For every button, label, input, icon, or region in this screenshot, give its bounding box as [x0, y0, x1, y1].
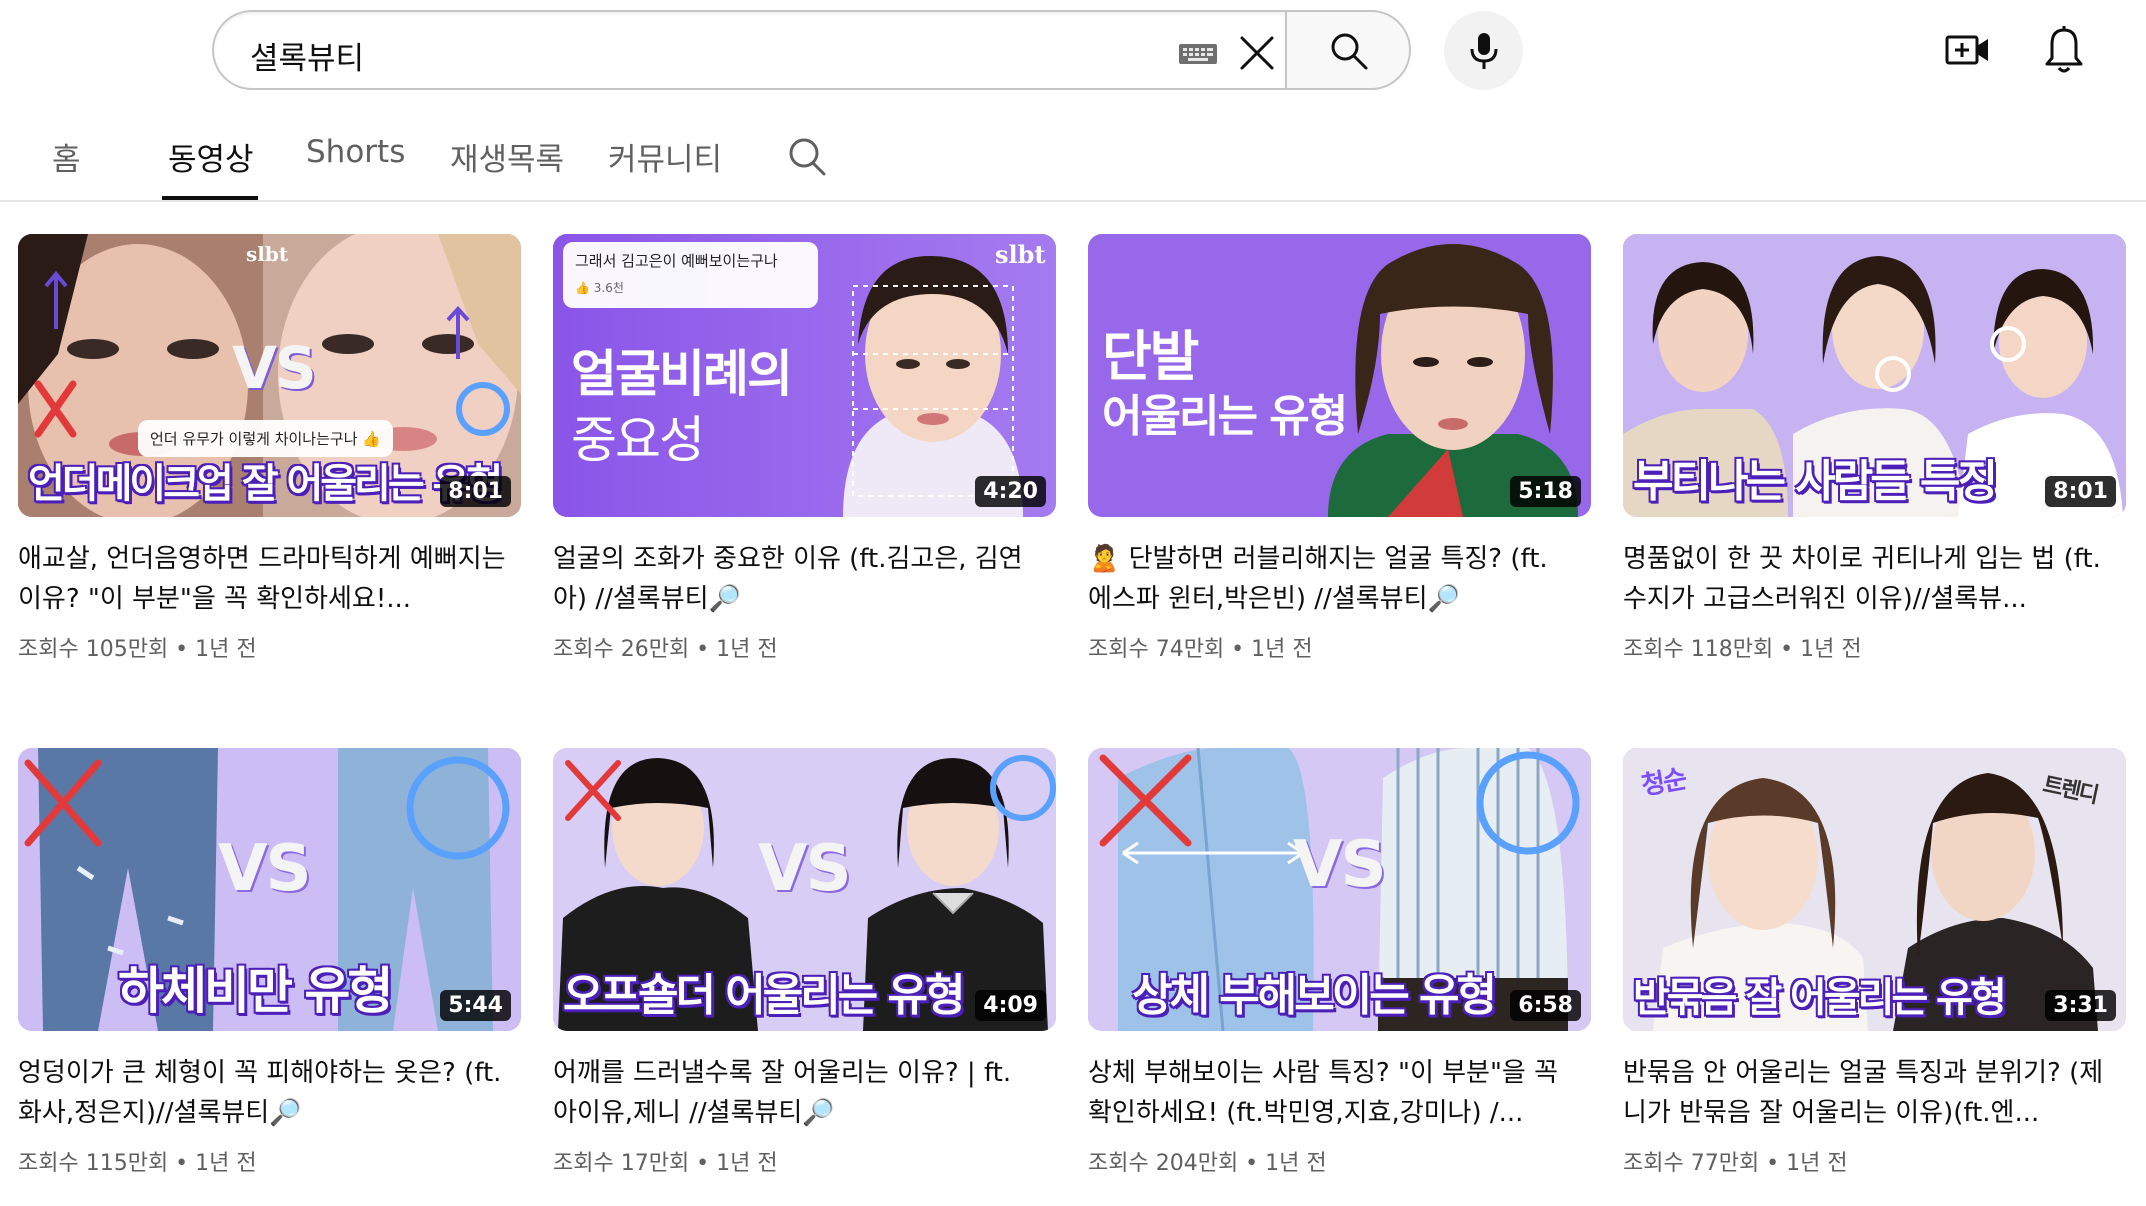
video-duration: 5:44	[440, 990, 511, 1021]
thumbnail-vs-text: VS	[218, 832, 312, 906]
video-duration: 6:58	[1510, 990, 1581, 1021]
tab-community[interactable]: 커뮤니티	[608, 134, 722, 194]
keyboard-icon[interactable]	[1178, 42, 1218, 66]
video-thumbnail[interactable]: 부티나는 사람들 특징 8:01	[1623, 234, 2126, 517]
thumbnail-tag-1: 청순	[1639, 764, 1688, 802]
tab-shorts[interactable]: Shorts	[306, 134, 405, 194]
comment-likes: 👍 3.6천	[575, 281, 624, 295]
thumbnail-brand-logo: slbt	[246, 242, 289, 266]
video-duration: 8:01	[2045, 476, 2116, 507]
video-duration: 4:20	[975, 476, 1046, 507]
notifications-bell-icon[interactable]	[2040, 24, 2088, 76]
video-meta: 조회수 74만회 • 1년 전	[1088, 637, 1313, 662]
create-video-icon[interactable]	[1944, 26, 1992, 74]
thumbnail-vs-text: VS	[232, 334, 317, 402]
tab-home[interactable]: 홈	[52, 134, 81, 194]
tab-videos[interactable]: 동영상	[168, 134, 254, 194]
search-input[interactable]: 셜록뷰티	[212, 10, 1285, 90]
thumbnail-comment-bubble: 그래서 김고은이 예뻐보이는구나 👍 3.6천	[563, 242, 818, 308]
video-meta: 조회수 118만회 • 1년 전	[1623, 637, 1862, 662]
thumbnail-banner-text: 하체비만 유형	[118, 962, 393, 1020]
video-thumbnail[interactable]: 청순 트렌디 반묶음 잘 어울리는 유형 3:31	[1623, 748, 2126, 1031]
video-duration: 8:01	[440, 476, 511, 507]
video-title[interactable]: 🙎 단발하면 러블리해지는 얼굴 특징? (ft. 에스파 윈터,박은빈) //…	[1088, 539, 1578, 619]
thumbnail-vs-text: VS	[1293, 828, 1387, 902]
channel-search-icon[interactable]	[787, 134, 827, 178]
video-meta: 조회수 17만회 • 1년 전	[553, 1151, 778, 1176]
video-title[interactable]: 엉덩이가 큰 체형이 꼭 피해야하는 옷은? (ft.화사,정은지)//셜록뷰티…	[18, 1053, 508, 1133]
video-duration: 4:09	[975, 990, 1046, 1021]
search-button[interactable]	[1285, 10, 1411, 90]
search-query[interactable]: 셜록뷰티	[250, 33, 364, 78]
video-title[interactable]: 얼굴의 조화가 중요한 이유 (ft.김고은, 김연아) //셜록뷰티🔎	[553, 539, 1043, 619]
thumbnail-banner-text: 언더메이크업 잘 어울리는 유형	[28, 461, 503, 507]
video-thumbnail[interactable]: VS 상체 부해보이는 유형 6:58	[1088, 748, 1591, 1031]
thumbnail-banner-text: 오프숄더 어울리는 유형	[563, 970, 965, 1021]
video-title[interactable]: 명품없이 한 끗 차이로 귀티나게 입는 법 (ft. 수지가 고급스러워진 이…	[1623, 539, 2113, 619]
video-thumbnail[interactable]: slbt 그래서 김고은이 예뻐보이는구나 👍 3.6천 얼굴비례의 중요성 4…	[553, 234, 1056, 517]
video-meta: 조회수 204만회 • 1년 전	[1088, 1151, 1327, 1176]
tab-playlists[interactable]: 재생목록	[450, 134, 564, 194]
video-title[interactable]: 애교살, 언더음영하면 드라마틱하게 예뻐지는 이유? "이 부분"을 꼭 확인…	[18, 539, 508, 619]
video-duration: 5:18	[1510, 476, 1581, 507]
thumbnail-brand-logo: slbt	[995, 240, 1046, 269]
active-tab-indicator	[162, 196, 258, 200]
video-meta: 조회수 115만회 • 1년 전	[18, 1151, 257, 1176]
video-title[interactable]: 반묶음 안 어울리는 얼굴 특징과 분위기? (제니가 반묶음 잘 어울리는 이…	[1623, 1053, 2113, 1133]
comment-text: 그래서 김고은이 예뻐보이는구나	[575, 252, 778, 270]
video-thumbnail[interactable]: VS 오프숄더 어울리는 유형 4:09	[553, 748, 1056, 1031]
video-thumbnail[interactable]: VS slbt 언더 유무가 이렇게 차이나는구나 👍 언더메이크업 잘 어울리…	[18, 234, 521, 517]
video-meta: 조회수 105만회 • 1년 전	[18, 637, 257, 662]
search-icon	[1331, 33, 1368, 70]
voice-search-button[interactable]	[1444, 11, 1523, 90]
thumbnail-headline-1: 얼굴비례의	[571, 345, 793, 403]
video-title[interactable]: 상체 부해보이는 사람 특징? "이 부분"을 꼭 확인하세요! (ft.박민영…	[1088, 1053, 1578, 1133]
video-thumbnail[interactable]: VS 하체비만 유형 5:44	[18, 748, 521, 1031]
thumbnail-vs-text: VS	[758, 832, 852, 906]
thumbnail-headline-2: 중요성	[571, 411, 705, 469]
video-title[interactable]: 어깨를 드러낼수록 잘 어울리는 이유? | ft. 아이유,제니 //셜록뷰티…	[553, 1053, 1043, 1133]
video-meta: 조회수 77만회 • 1년 전	[1623, 1151, 1848, 1176]
video-duration: 3:31	[2045, 990, 2116, 1021]
clear-search-icon[interactable]	[1234, 30, 1280, 76]
thumbnail-banner-text: 반묶음 잘 어울리는 유형	[1633, 975, 2007, 1021]
thumbnail-headline-2: 어울리는 유형	[1102, 391, 1348, 442]
microphone-icon	[1470, 33, 1498, 69]
video-thumbnail[interactable]: 단발 어울리는 유형 5:18	[1088, 234, 1591, 517]
thumbnail-banner-text: 상체 부해보이는 유형	[1132, 970, 1497, 1021]
thumbnail-banner-text: 부티나는 사람들 특징	[1633, 456, 1998, 507]
top-bar: 셜록뷰티	[0, 0, 2146, 100]
video-meta: 조회수 26만회 • 1년 전	[553, 637, 778, 662]
channel-tabs: 홈 동영상 Shorts 재생목록 커뮤니티	[0, 120, 2146, 202]
